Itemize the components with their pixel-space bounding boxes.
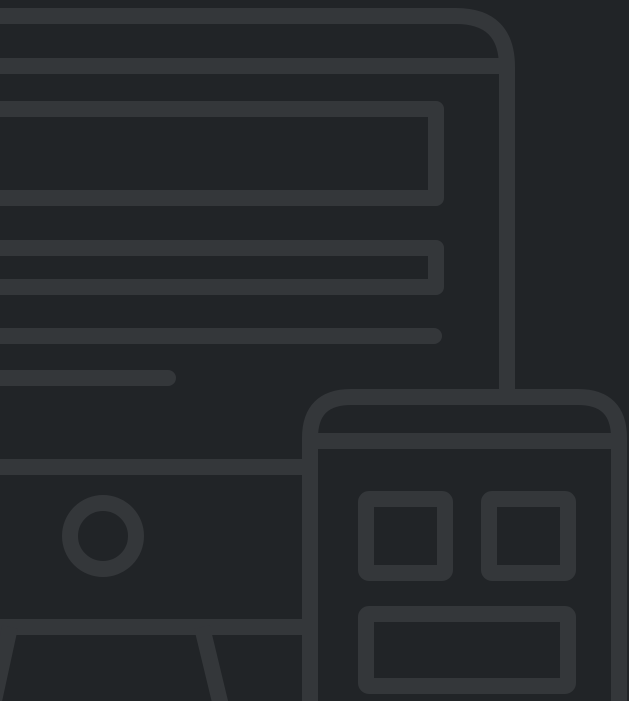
mobile-wide-block bbox=[358, 606, 576, 694]
mobile-tile-left bbox=[358, 491, 453, 581]
content-block-bar bbox=[0, 240, 444, 295]
devices-illustration bbox=[0, 8, 627, 701]
stand-leg-right bbox=[194, 625, 229, 701]
monitor-icon bbox=[0, 8, 515, 701]
mobile-device-icon bbox=[302, 389, 627, 701]
background-illustration bbox=[0, 0, 629, 701]
power-button-icon bbox=[62, 495, 144, 577]
stand-leg-left bbox=[0, 625, 18, 701]
content-block-large bbox=[0, 101, 444, 206]
mobile-tile-right bbox=[481, 491, 576, 581]
